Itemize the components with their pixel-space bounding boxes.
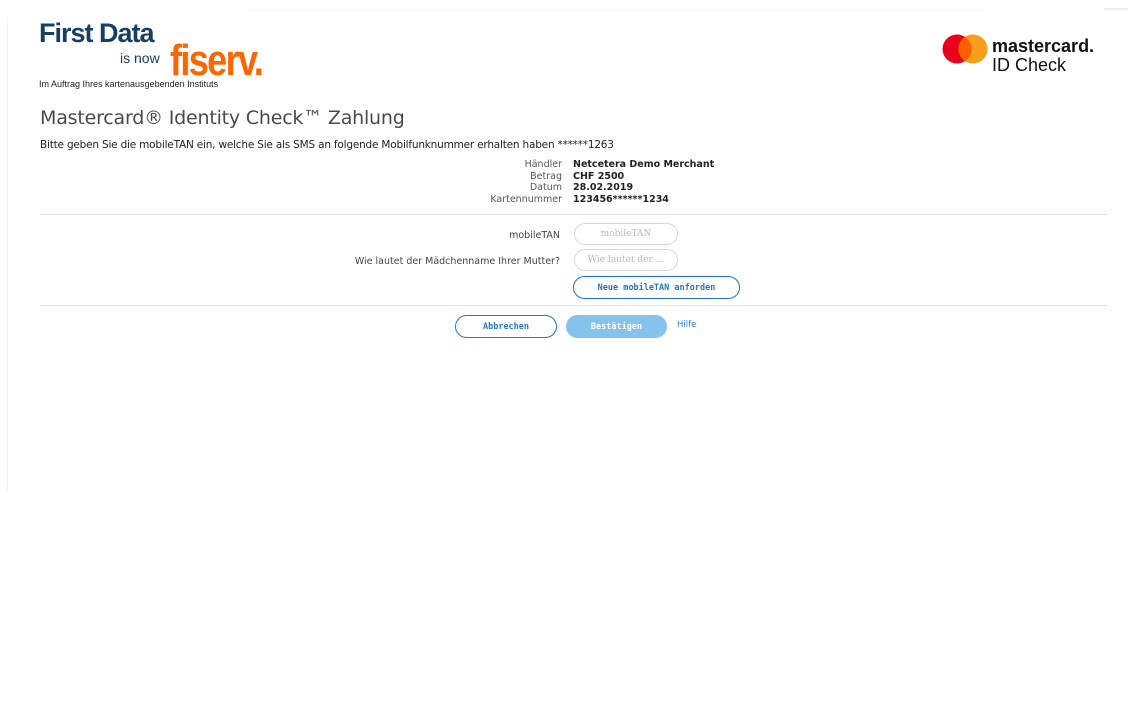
request-new-mobiletan-button[interactable]: Neue mobileTAN anforden bbox=[573, 276, 740, 299]
instruction-text: Bitte geben Sie die mobileTAN ein, welch… bbox=[40, 139, 614, 151]
issuer-logo: First Data is now fiserv. Im Auftrag Ihr… bbox=[39, 18, 269, 92]
detail-value: Netcetera Demo Merchant bbox=[573, 159, 715, 170]
right-edge-line bbox=[1104, 8, 1128, 10]
mastercard-id-check-logo: mastercard. ID Check bbox=[942, 33, 1122, 77]
issuer-subtitle: Im Auftrag Ihres kartenausgebenden Insti… bbox=[39, 79, 219, 89]
detail-value: CHF 2500 bbox=[573, 170, 625, 182]
divider-bottom bbox=[40, 305, 1108, 306]
detail-label: Händler bbox=[524, 159, 562, 170]
detail-row-amount: Betrag CHF 2500 bbox=[380, 171, 780, 183]
detail-value: 123456******1234 bbox=[573, 193, 669, 205]
detail-row-date: Datum 28.02.2019 bbox=[380, 182, 780, 194]
mobiletan-label: mobileTAN bbox=[509, 230, 560, 241]
detail-row-merchant: Händler Netcetera Demo Merchant bbox=[380, 159, 780, 171]
fiserv-wordmark: fiserv. bbox=[170, 36, 264, 85]
id-check-text: ID Check bbox=[992, 55, 1067, 75]
detail-label: Betrag bbox=[530, 170, 562, 182]
security-question-input[interactable] bbox=[574, 249, 678, 271]
transaction-details: Händler Netcetera Demo Merchant Betrag C… bbox=[380, 159, 780, 205]
confirm-button[interactable]: Bestätigen bbox=[566, 315, 667, 338]
mastercard-wordmark: mastercard. bbox=[992, 36, 1095, 56]
top-edge-line bbox=[250, 10, 984, 11]
cancel-button[interactable]: Abbrechen bbox=[455, 315, 557, 338]
mastercard-circles-icon bbox=[942, 34, 988, 64]
detail-label: Datum bbox=[529, 182, 562, 193]
detail-value: 28.02.2019 bbox=[573, 182, 634, 193]
security-question-label: Wie lautet der Mädchenname Ihrer Mutter? bbox=[354, 256, 560, 267]
first-data-wordmark: First Data bbox=[39, 18, 155, 48]
page-title: Mastercard® Identity Check™ Zahlung bbox=[40, 107, 405, 129]
is-now-text: is now bbox=[120, 50, 160, 66]
detail-row-card-number: Kartennummer 123456******1234 bbox=[380, 194, 780, 206]
left-edge-line bbox=[7, 18, 8, 493]
mobiletan-input[interactable] bbox=[574, 223, 678, 245]
detail-label: Kartennummer bbox=[490, 193, 562, 205]
divider-top bbox=[40, 214, 1108, 215]
help-link[interactable]: Hilfe bbox=[677, 320, 696, 330]
